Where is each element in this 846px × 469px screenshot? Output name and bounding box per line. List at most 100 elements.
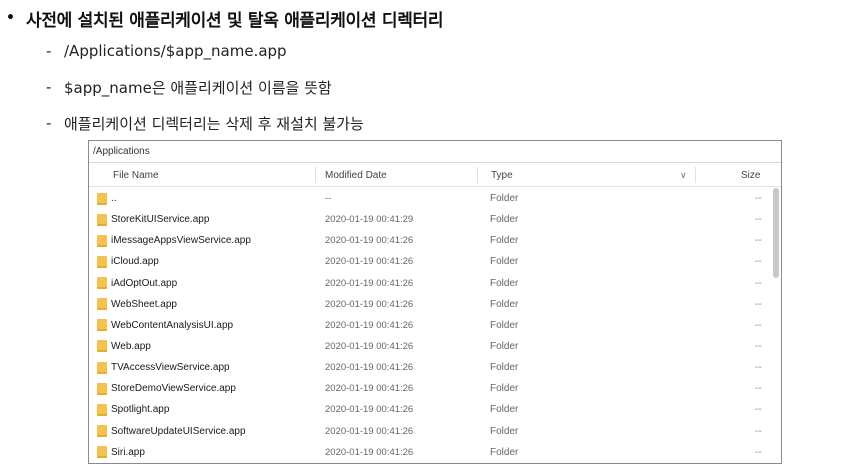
modified-date: 2020-01-19 00:41:26 xyxy=(325,446,414,458)
sub-item: - /Applications/$app_name.app xyxy=(46,40,287,62)
file-type: Folder xyxy=(490,256,519,268)
table-row[interactable]: WebSheet.app 2020-01-19 00:41:26 Folder -- xyxy=(89,294,781,315)
folder-icon xyxy=(97,336,107,357)
folder-icon xyxy=(97,230,107,251)
sub-item-text: 애플리케이션 디렉터리는 삭제 후 재설치 불가능 xyxy=(64,114,364,133)
column-divider[interactable] xyxy=(695,167,696,183)
column-divider[interactable] xyxy=(315,167,316,183)
scrollbar-thumb[interactable] xyxy=(773,188,779,278)
sub-item-text: /Applications/$app_name.app xyxy=(64,42,287,60)
sub-item-text: $app_name은 애플리케이션 이름을 뜻함 xyxy=(64,78,332,97)
file-size: -- xyxy=(755,319,762,331)
table-row[interactable]: StoreDemoViewService.app 2020-01-19 00:41… xyxy=(89,378,781,399)
table-row[interactable]: iMessageAppsViewService.app 2020-01-19 00… xyxy=(89,230,781,251)
file-type: Folder xyxy=(490,319,519,331)
file-type: Folder xyxy=(490,277,519,289)
modified-date: 2020-01-19 00:41:26 xyxy=(325,383,414,395)
table-row[interactable]: Siri.app 2020-01-19 00:41:26 Folder -- xyxy=(89,442,781,463)
file-size: -- xyxy=(755,383,762,395)
file-size: -- xyxy=(755,425,762,437)
file-type: Folder xyxy=(490,298,519,310)
bullet-marker: • xyxy=(6,10,15,26)
modified-date: 2020-01-19 00:41:26 xyxy=(325,404,414,416)
file-size: -- xyxy=(755,256,762,268)
table-row[interactable]: iAdOptOut.app 2020-01-19 00:41:26 Folder -- xyxy=(89,273,781,294)
folder-icon xyxy=(97,421,107,442)
chevron-down-icon[interactable]: ∨ xyxy=(680,163,687,187)
file-size: -- xyxy=(755,446,762,458)
file-type: Folder xyxy=(490,383,519,395)
file-type: Folder xyxy=(490,340,519,352)
file-explorer: /Applications File Name Modified Date Ty… xyxy=(88,140,782,464)
folder-icon xyxy=(97,294,107,315)
sub-item: - 애플리케이션 디렉터리는 삭제 후 재설치 불가능 xyxy=(46,112,364,134)
file-list: .. -- Folder -- StoreKitUIService.app 2020-01… xyxy=(89,188,781,463)
table-row[interactable]: SoftwareUpdateUIService.app 2020-01-19 00… xyxy=(89,421,781,442)
dash-marker: - xyxy=(46,114,52,132)
modified-date: 2020-01-19 00:41:26 xyxy=(325,425,414,437)
folder-icon xyxy=(97,251,107,272)
modified-date: 2020-01-19 00:41:26 xyxy=(325,298,414,310)
file-name: iCloud.app xyxy=(111,256,159,268)
folder-icon xyxy=(97,209,107,230)
folder-icon xyxy=(97,273,107,294)
modified-date: -- xyxy=(325,193,332,204)
dash-marker: - xyxy=(46,78,52,96)
file-size: -- xyxy=(755,277,762,289)
folder-icon xyxy=(97,357,107,378)
file-size: -- xyxy=(755,214,762,226)
table-row[interactable]: TVAccessViewService.app 2020-01-19 00:41:… xyxy=(89,357,781,378)
file-name: StoreKitUIService.app xyxy=(111,214,210,226)
folder-icon xyxy=(97,378,107,399)
file-name: Web.app xyxy=(111,340,151,352)
folder-icon xyxy=(97,315,107,336)
column-header: File Name Modified Date Type ∨ Size xyxy=(89,163,781,187)
file-name: WebContentAnalysisUI.app xyxy=(111,319,234,331)
file-name: Spotlight.app xyxy=(111,404,170,416)
file-name: WebSheet.app xyxy=(111,298,177,310)
file-name: iMessageAppsViewService.app xyxy=(111,235,251,247)
folder-icon xyxy=(97,399,107,420)
dash-marker: - xyxy=(46,42,52,60)
modified-date: 2020-01-19 00:41:26 xyxy=(325,235,414,247)
file-size: -- xyxy=(755,193,762,204)
column-file-name[interactable]: File Name xyxy=(113,163,159,187)
sub-item: - $app_name은 애플리케이션 이름을 뜻함 xyxy=(46,76,332,98)
column-size[interactable]: Size xyxy=(741,163,760,187)
folder-icon xyxy=(97,188,107,209)
file-size: -- xyxy=(755,340,762,352)
file-type: Folder xyxy=(490,404,519,416)
file-type: Folder xyxy=(490,425,519,437)
column-modified-date[interactable]: Modified Date xyxy=(325,163,387,187)
column-divider[interactable] xyxy=(477,167,478,183)
file-type: Folder xyxy=(490,193,519,204)
table-row[interactable]: Web.app 2020-01-19 00:41:26 Folder -- xyxy=(89,336,781,357)
table-row[interactable]: iCloud.app 2020-01-19 00:41:26 Folder -- xyxy=(89,251,781,272)
path-bar[interactable]: /Applications xyxy=(89,141,781,163)
file-size: -- xyxy=(755,404,762,416)
file-name: TVAccessViewService.app xyxy=(111,362,230,374)
modified-date: 2020-01-19 00:41:26 xyxy=(325,362,414,374)
file-name: StoreDemoViewService.app xyxy=(111,383,236,395)
file-name: SoftwareUpdateUIService.app xyxy=(111,425,246,437)
table-row[interactable]: Spotlight.app 2020-01-19 00:41:26 Folder -- xyxy=(89,399,781,420)
table-row[interactable]: .. -- Folder -- xyxy=(89,188,781,209)
column-type[interactable]: Type xyxy=(491,163,513,187)
modified-date: 2020-01-19 00:41:26 xyxy=(325,256,414,268)
vertical-scrollbar[interactable] xyxy=(771,188,781,463)
table-row[interactable]: StoreKitUIService.app 2020-01-19 00:41:29… xyxy=(89,209,781,230)
modified-date: 2020-01-19 00:41:29 xyxy=(325,214,414,226)
file-size: -- xyxy=(755,362,762,374)
slide-title-text: 사전에 설치된 애플리케이션 및 탈옥 애플리케이션 디렉터리 xyxy=(26,10,444,31)
modified-date: 2020-01-19 00:41:26 xyxy=(325,319,414,331)
file-type: Folder xyxy=(490,214,519,226)
file-name: iAdOptOut.app xyxy=(111,277,178,289)
file-size: -- xyxy=(755,235,762,247)
file-name: .. xyxy=(111,193,117,204)
file-type: Folder xyxy=(490,362,519,374)
file-type: Folder xyxy=(490,446,519,458)
file-size: -- xyxy=(755,298,762,310)
table-row[interactable]: WebContentAnalysisUI.app 2020-01-19 00:41… xyxy=(89,315,781,336)
slide-title: • 사전에 설치된 애플리케이션 및 탈옥 애플리케이션 디렉터리 xyxy=(6,6,444,31)
file-name: Siri.app xyxy=(111,446,145,458)
